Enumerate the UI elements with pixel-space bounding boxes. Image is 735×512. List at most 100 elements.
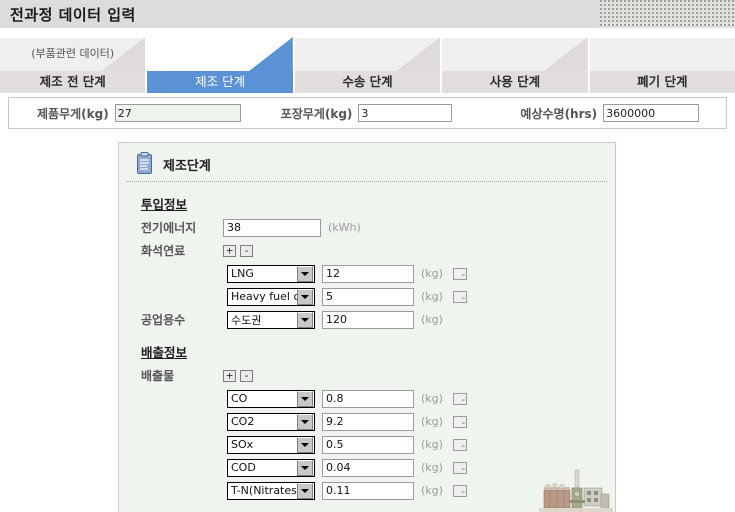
fossil-fuel-row: 화석연료 + - <box>141 240 615 261</box>
delete-emission-row-button[interactable]: - <box>453 438 467 451</box>
emission-type-value: T-N(Nitrates) <box>231 484 297 497</box>
fossil-fuel-unit: (kg) <box>421 290 443 303</box>
fossil-fuel-unit: (kg) <box>421 267 443 280</box>
product-weight-field: 제품무게(kg) <box>37 104 241 122</box>
industrial-water-row: 공업용수 수도권 (kg) <box>141 309 615 330</box>
tab-label: 폐기 단계 <box>589 71 735 93</box>
emission-section-title: 배출정보 <box>141 345 188 360</box>
tab-disposal[interactable]: 폐기 단계 <box>589 37 735 93</box>
chevron-down-icon[interactable] <box>297 413 313 430</box>
header-divider <box>0 29 735 31</box>
fossil-fuel-entry-row: LNG (kg) - <box>141 263 615 284</box>
emission-type-value: CO2 <box>231 415 255 428</box>
emission-unit: (kg) <box>421 438 443 451</box>
fossil-fuel-type-value: Heavy fuel oil <box>231 290 297 303</box>
emission-amount-input[interactable] <box>322 389 414 408</box>
emission-amount-input[interactable] <box>322 412 414 431</box>
fossil-fuel-type-value: LNG <box>231 267 254 280</box>
delete-emission-row-button[interactable]: - <box>453 392 467 405</box>
industrial-water-unit: (kg) <box>421 313 443 326</box>
emission-amount-input[interactable] <box>322 481 414 500</box>
input-section-title: 투입정보 <box>141 197 188 212</box>
emission-type-select[interactable]: COD <box>227 458 315 477</box>
fossil-fuel-type-select[interactable]: Heavy fuel oil <box>227 287 315 306</box>
emission-type-select[interactable]: CO2 <box>227 412 315 431</box>
emission-type-value: CO <box>231 392 248 405</box>
tab-use[interactable]: 사용 단계 <box>442 37 588 93</box>
lifecycle-stage-tabs: (부품관련 데이터) 제조 전 단계 제조 단계 수송 단계 사용 단계 폐기 … <box>0 37 735 93</box>
tab-sublabel: (부품관련 데이터) <box>31 47 115 60</box>
tab-pre-manufacturing[interactable]: (부품관련 데이터) 제조 전 단계 <box>0 37 146 93</box>
emission-entry-row: SOx (kg) - <box>141 434 615 455</box>
tab-label: 제조 단계 <box>147 71 293 93</box>
industrial-water-region-value: 수도권 <box>231 313 262 327</box>
chevron-down-icon[interactable] <box>297 482 313 499</box>
emission-type-select[interactable]: T-N(Nitrates) <box>227 481 315 500</box>
chevron-down-icon[interactable] <box>297 436 313 453</box>
tab-label: 수송 단계 <box>294 71 441 93</box>
electric-energy-label: 전기에너지 <box>141 221 197 235</box>
delete-emission-row-button[interactable]: - <box>453 461 467 474</box>
expected-life-input[interactable] <box>603 104 700 122</box>
expected-life-field: 예상수명(hrs) <box>520 104 700 122</box>
product-summary-bar: 제품무게(kg) 포장무게(kg) 예상수명(hrs) <box>8 97 727 129</box>
fossil-fuel-type-select[interactable]: LNG <box>227 264 315 283</box>
product-weight-label: 제품무게(kg) <box>37 106 109 121</box>
fossil-fuel-amount-input[interactable] <box>322 287 414 306</box>
emission-type-select[interactable]: CO <box>227 389 315 408</box>
emission-amount-input[interactable] <box>322 435 414 454</box>
emission-unit: (kg) <box>421 415 443 428</box>
package-weight-label: 포장무게(kg) <box>280 106 353 121</box>
tab-label: 제조 전 단계 <box>0 71 146 93</box>
emission-type-value: COD <box>231 461 256 474</box>
emission-unit: (kg) <box>421 461 443 474</box>
emissions-label: 배출물 <box>141 369 175 383</box>
industrial-water-region-select[interactable]: 수도권 <box>227 310 315 329</box>
expected-life-label: 예상수명(hrs) <box>520 106 598 121</box>
package-weight-field: 포장무게(kg) <box>281 104 453 122</box>
emission-type-select[interactable]: SOx <box>227 435 315 454</box>
package-weight-input[interactable] <box>358 104 453 122</box>
emission-unit: (kg) <box>421 484 443 497</box>
chevron-down-icon[interactable] <box>297 459 313 476</box>
chevron-down-icon[interactable] <box>297 311 313 328</box>
tab-label: 사용 단계 <box>442 71 588 93</box>
emission-entry-row: CO2 (kg) - <box>141 411 615 432</box>
tab-transport[interactable]: 수송 단계 <box>294 37 441 93</box>
add-emission-button[interactable]: + <box>223 369 236 382</box>
panel-header: 제조단계 <box>127 147 607 182</box>
tab-top-face <box>589 37 735 72</box>
industrial-water-label: 공업용수 <box>141 313 186 327</box>
emission-amount-input[interactable] <box>322 458 414 477</box>
page-header: 전과정 데이터 입력 <box>0 0 735 29</box>
chevron-down-icon[interactable] <box>297 288 313 305</box>
delete-fossil-fuel-row-button[interactable]: - <box>453 290 467 303</box>
manufacturing-stage-panel: 제조단계 투입정보 전기에너지 (kWh) 화석연료 + - LNG (kg) … <box>118 142 616 512</box>
fossil-fuel-label: 화석연료 <box>141 244 186 258</box>
add-fossil-fuel-button[interactable]: + <box>223 244 236 257</box>
emissions-row: 배출물 + - <box>141 365 615 386</box>
electric-energy-unit: (kWh) <box>328 221 361 234</box>
electric-energy-row: 전기에너지 (kWh) <box>141 217 615 238</box>
product-weight-input[interactable] <box>114 104 241 122</box>
delete-emission-row-button[interactable]: - <box>453 484 467 497</box>
fossil-fuel-amount-input[interactable] <box>322 264 414 283</box>
emission-entry-row: CO (kg) - <box>141 388 615 409</box>
chevron-down-icon[interactable] <box>297 390 313 407</box>
dotted-texture-icon <box>600 0 735 28</box>
emission-type-value: SOx <box>231 438 254 451</box>
electric-energy-input[interactable] <box>223 218 321 237</box>
tab-manufacturing[interactable]: 제조 단계 <box>147 37 293 93</box>
fossil-fuel-entry-row: Heavy fuel oil (kg) - <box>141 286 615 307</box>
emission-unit: (kg) <box>421 392 443 405</box>
industrial-water-amount-input[interactable] <box>322 310 414 329</box>
chevron-down-icon[interactable] <box>297 265 313 282</box>
factory-plant-image <box>539 468 613 512</box>
clipboard-icon <box>135 152 155 176</box>
remove-emission-button[interactable]: - <box>240 369 253 382</box>
remove-fossil-fuel-button[interactable]: - <box>240 244 253 257</box>
delete-fossil-fuel-row-button[interactable]: - <box>453 267 467 280</box>
delete-emission-row-button[interactable]: - <box>453 415 467 428</box>
page-title: 전과정 데이터 입력 <box>10 6 136 24</box>
panel-title: 제조단계 <box>163 158 211 174</box>
